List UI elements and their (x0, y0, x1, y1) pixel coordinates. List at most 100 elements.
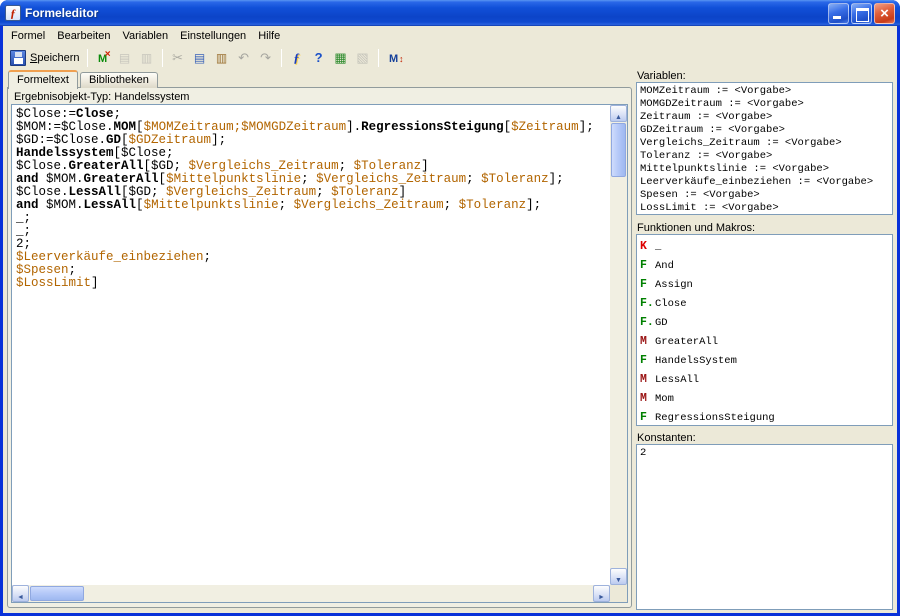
function-name: And (655, 260, 674, 272)
variable-item[interactable]: MOMGDZeitraum := <Vorgabe> (640, 98, 889, 111)
app-icon[interactable] (5, 5, 21, 21)
table-button[interactable] (330, 47, 352, 69)
function-item[interactable]: FAssign (640, 275, 889, 294)
code-line: $Leerverkäufe_einbeziehen; (16, 251, 610, 264)
toolbar-separator (281, 49, 282, 67)
function-name: RegressionsSteigung (655, 412, 775, 424)
makro-button[interactable] (383, 47, 405, 69)
floppy-icon (10, 50, 26, 66)
paste-icon (214, 50, 230, 66)
window-title: Formeleditor (25, 6, 826, 20)
funktion-icon: F (640, 354, 655, 367)
redo-icon (258, 50, 274, 66)
add-variable-button (114, 47, 136, 69)
vertical-scroll-thumb[interactable] (611, 123, 626, 177)
variable-item[interactable]: Mittelpunktslinie := <Vorgabe> (640, 163, 889, 176)
formeltext-tabpage: Ergebnisobjekt-Typ: Handelssystem $Close… (7, 87, 632, 608)
fx-icon (289, 50, 305, 66)
chart-button (352, 47, 374, 69)
table-icon (333, 50, 349, 66)
variable-item[interactable]: Toleranz := <Vorgabe> (640, 150, 889, 163)
function-item[interactable]: K_ (640, 237, 889, 256)
side-panel: Variablen: MOMZeitraum := <Vorgabe>MOMGD… (636, 70, 894, 613)
chart-icon (355, 50, 371, 66)
editor-vertical-scrollbar[interactable] (610, 105, 627, 585)
function-wizard-button[interactable] (286, 47, 308, 69)
function-item[interactable]: MMom (640, 389, 889, 408)
remove-variable-button (136, 47, 158, 69)
function-name: _ (655, 241, 661, 253)
function-item[interactable]: FAnd (640, 256, 889, 275)
function-item[interactable]: FHandelsSystem (640, 351, 889, 370)
function-item[interactable]: F.Close (640, 294, 889, 313)
maximize-button[interactable] (851, 3, 872, 24)
function-item[interactable]: FRegressionsSteigung (640, 408, 889, 426)
variable-item[interactable]: Spesen := <Vorgabe> (640, 189, 889, 202)
macro-icon (386, 50, 402, 66)
code-line: $LossLimit] (16, 277, 610, 290)
cut-icon (170, 50, 186, 66)
copy-icon (192, 50, 208, 66)
copy-button[interactable] (189, 47, 211, 69)
function-name: GD (655, 317, 668, 329)
code-line: $Spesen; (16, 264, 610, 277)
variable-item[interactable]: GDZeitraum := <Vorgabe> (640, 124, 889, 137)
variable-item[interactable]: MOMZeitraum := <Vorgabe> (640, 85, 889, 98)
tab-bibliotheken[interactable]: Bibliotheken (80, 72, 158, 88)
close-button[interactable] (874, 3, 895, 24)
scroll-left-icon[interactable] (12, 585, 29, 602)
variable-item[interactable]: Leerverkäufe_einbeziehen := <Vorgabe> (640, 176, 889, 189)
variable-mx-icon (95, 50, 111, 66)
toolbar-separator (378, 49, 379, 67)
redo-button (255, 47, 277, 69)
function-item[interactable]: MLessAll (640, 370, 889, 389)
variable-item[interactable]: Zeitraum := <Vorgabe> (640, 111, 889, 124)
help-icon (311, 50, 327, 66)
menubar: FormelBearbeitenVariablenEinstellungenHi… (3, 26, 897, 45)
variable-item[interactable]: Vergleichs_Zeitraum := <Vorgabe> (640, 137, 889, 150)
tab-formeltext[interactable]: Formeltext (8, 70, 78, 89)
save-button[interactable]: Speichern (7, 47, 83, 69)
paste-button[interactable] (211, 47, 233, 69)
konstante-icon: K (640, 240, 655, 253)
menu-einstellungen[interactable]: Einstellungen (174, 28, 252, 44)
scroll-right-icon[interactable] (593, 585, 610, 602)
undo-icon (236, 50, 252, 66)
funktion-icon: F (640, 411, 655, 424)
help-button[interactable] (308, 47, 330, 69)
editor-horizontal-scrollbar[interactable] (12, 585, 610, 602)
undo-button (233, 47, 255, 69)
menu-formel[interactable]: Formel (5, 28, 51, 44)
function-item[interactable]: F.GD (640, 313, 889, 332)
horizontal-scroll-thumb[interactable] (30, 586, 84, 601)
menu-hilfe[interactable]: Hilfe (252, 28, 286, 44)
scroll-down-icon[interactable] (610, 568, 627, 585)
cut-button (167, 47, 189, 69)
constant-item[interactable]: 2 (640, 447, 889, 460)
constants-listbox[interactable]: 2 (636, 444, 893, 610)
makro-icon: M (640, 335, 655, 348)
funktion-icon: F. (640, 316, 655, 329)
titlebar[interactable]: Formeleditor (0, 0, 900, 26)
function-name: HandelsSystem (655, 355, 737, 367)
formeleditor-window: Formeleditor FormelBearbeitenVariablenEi… (0, 0, 900, 616)
formula-text-area[interactable]: $Close:=Close;$MOM:=$Close.MOM[$MOMZeitr… (12, 105, 610, 585)
function-name: LessAll (655, 374, 699, 386)
save-button-label: Speichern (30, 52, 80, 64)
code-line: and $MOM.LessAll[$Mittelpunktslinie; $Ve… (16, 199, 610, 212)
layers2-icon (139, 50, 155, 66)
function-item[interactable]: MGreaterAll (640, 332, 889, 351)
menu-variablen[interactable]: Variablen (116, 28, 174, 44)
scroll-up-icon[interactable] (610, 105, 627, 122)
tab-strip: FormeltextBibliotheken (8, 70, 160, 89)
insert-variable-button[interactable] (92, 47, 114, 69)
code-line: _; (16, 212, 610, 225)
variables-label: Variablen: (637, 70, 686, 82)
functions-listbox[interactable]: K_FAndFAssignF.CloseF.GDMGreaterAllFHand… (636, 234, 893, 426)
menu-bearbeiten[interactable]: Bearbeiten (51, 28, 116, 44)
result-type-label: Ergebnisobjekt-Typ: Handelssystem (14, 91, 189, 103)
variable-item[interactable]: LossLimit := <Vorgabe> (640, 202, 889, 215)
minimize-button[interactable] (828, 3, 849, 24)
variables-listbox[interactable]: MOMZeitraum := <Vorgabe>MOMGDZeitraum :=… (636, 82, 893, 215)
constants-label: Konstanten: (637, 432, 696, 444)
